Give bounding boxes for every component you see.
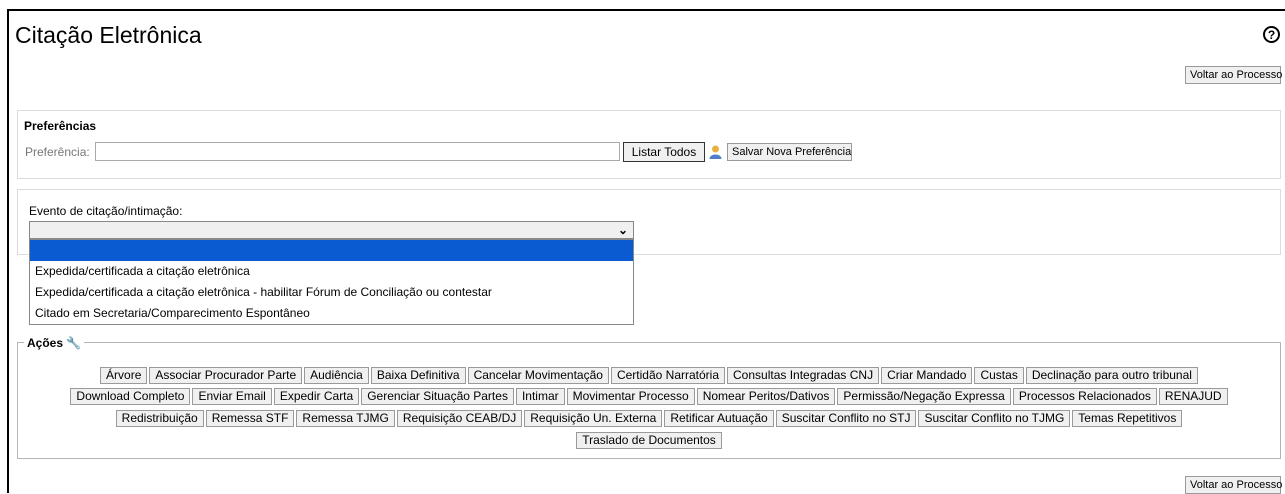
action-button[interactable]: Remessa TJMG: [296, 410, 395, 427]
preferencia-input[interactable]: [95, 142, 620, 161]
chevron-down-icon: ⌄: [617, 223, 628, 237]
evento-label: Evento de citação/intimação:: [29, 204, 183, 218]
dropdown-option[interactable]: Expedida/certificada a citação eletrônic…: [30, 282, 633, 303]
acoes-legend: Ações 🔧: [24, 336, 85, 350]
action-button[interactable]: Requisição Un. Externa: [524, 410, 663, 427]
acoes-row: Traslado de Documentos: [17, 432, 1281, 449]
action-button[interactable]: Árvore: [100, 367, 148, 384]
evento-dropdown: Expedida/certificada a citação eletrônic…: [29, 239, 634, 325]
dropdown-option[interactable]: Expedida/certificada a citação eletrônic…: [30, 261, 633, 282]
evento-select[interactable]: ⌄: [29, 221, 634, 239]
action-button[interactable]: Audiência: [304, 367, 369, 384]
action-button[interactable]: Redistribuição: [115, 410, 204, 427]
listar-todos-button[interactable]: Listar Todos: [623, 142, 705, 162]
action-button[interactable]: Movimentar Processo: [566, 388, 695, 405]
action-button[interactable]: Traslado de Documentos: [576, 432, 722, 449]
acoes-row: Download Completo Enviar Email Expedir C…: [17, 388, 1281, 405]
action-button[interactable]: Remessa STF: [205, 410, 295, 427]
action-button[interactable]: Intimar: [515, 388, 565, 405]
acoes-row: Árvore Associar Procurador Parte Audiênc…: [17, 367, 1281, 384]
action-button[interactable]: Certidão Narratória: [610, 367, 726, 384]
action-button[interactable]: Gerenciar Situação Partes: [361, 388, 514, 405]
preferencias-title: Preferências: [24, 119, 97, 133]
page-title: Citação Eletrônica: [15, 22, 202, 48]
action-button[interactable]: Expedir Carta: [273, 388, 360, 405]
action-button[interactable]: Retificar Autuação: [664, 410, 774, 427]
action-button[interactable]: Suscitar Conflito no TJMG: [918, 410, 1071, 427]
action-button[interactable]: Temas Repetitivos: [1072, 410, 1183, 427]
acoes-title: Ações: [27, 336, 64, 350]
action-button[interactable]: Associar Procurador Parte: [149, 367, 303, 384]
action-button[interactable]: Download Completo: [70, 388, 191, 405]
preferencia-input-value: [96, 145, 99, 159]
action-button[interactable]: Permissão/Negação Expressa: [837, 388, 1011, 405]
action-button[interactable]: Suscitar Conflito no STJ: [775, 410, 917, 427]
action-button[interactable]: Enviar Email: [192, 388, 272, 405]
action-button[interactable]: Custas: [974, 367, 1024, 384]
action-button[interactable]: Criar Mandado: [881, 367, 973, 384]
action-button[interactable]: Cancelar Movimentação: [467, 367, 609, 384]
wrench-icon[interactable]: 🔧: [66, 336, 81, 350]
dropdown-option[interactable]: Citado em Secretaria/Comparecimento Espo…: [30, 303, 633, 324]
action-button[interactable]: Declinação para outro tribunal: [1025, 367, 1198, 384]
acoes-row: Redistribuição Remessa STF Remessa TJMG …: [17, 410, 1281, 427]
action-button[interactable]: RENAJUD: [1158, 388, 1228, 405]
dropdown-option[interactable]: [30, 240, 633, 261]
action-button[interactable]: Processos Relacionados: [1012, 388, 1157, 405]
voltar-button-bottom[interactable]: Voltar ao Processo: [1185, 476, 1282, 494]
action-button[interactable]: Nomear Peritos/Dativos: [696, 388, 836, 405]
voltar-button-top[interactable]: Voltar ao Processo: [1185, 66, 1282, 84]
action-button[interactable]: Consultas Integradas CNJ: [727, 367, 880, 384]
user-icon[interactable]: [709, 145, 722, 159]
help-icon[interactable]: ?: [1263, 26, 1280, 43]
preferencia-label: Preferência:: [25, 145, 90, 159]
action-button[interactable]: Requisição CEAB/DJ: [396, 410, 523, 427]
salvar-preferencia-button[interactable]: Salvar Nova Preferência: [727, 143, 852, 161]
action-button[interactable]: Baixa Definitiva: [370, 367, 466, 384]
